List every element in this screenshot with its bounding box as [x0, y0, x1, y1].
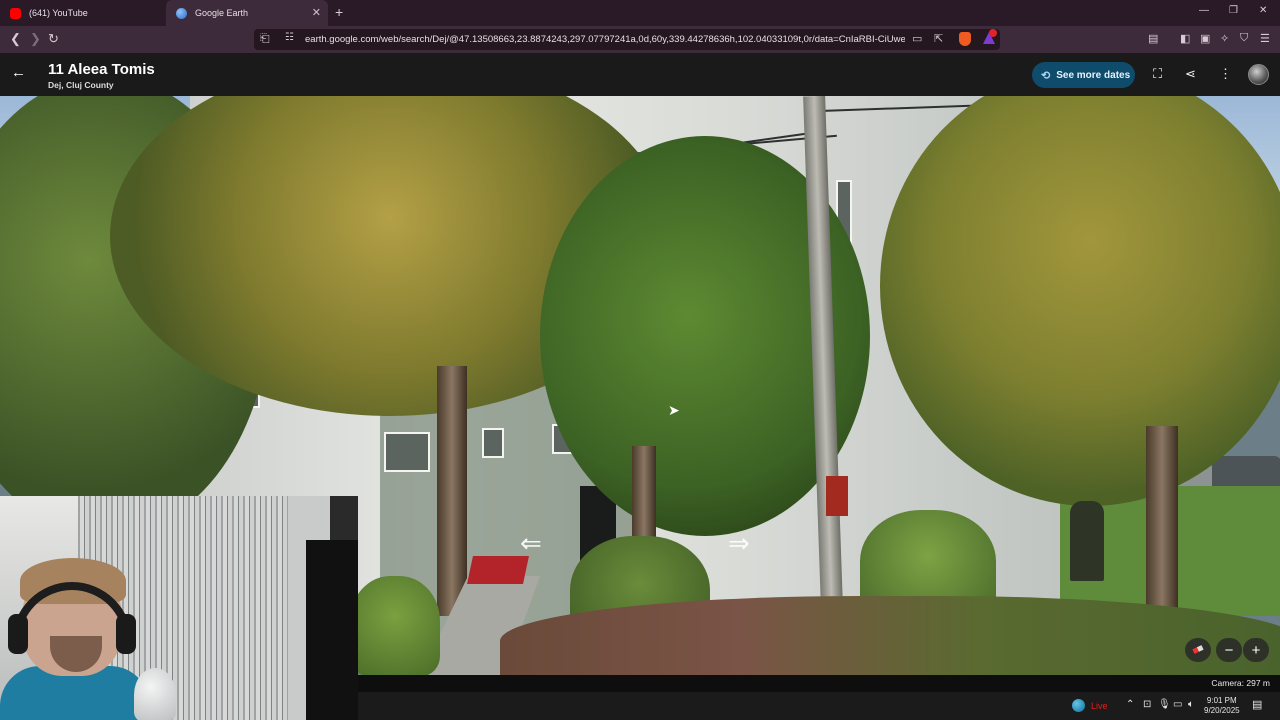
share-page-icon[interactable]: ⇱ — [934, 32, 943, 45]
place-title: 11 Aleea Tomis — [48, 61, 155, 78]
headset-earcup — [8, 614, 28, 654]
building-window — [384, 432, 430, 472]
earth-favicon-icon — [176, 7, 187, 19]
close-window-button[interactable]: ✕ — [1259, 5, 1267, 16]
flower-bed — [500, 596, 1280, 675]
weather-live-widget[interactable]: Live — [1072, 699, 1108, 712]
url-text[interactable]: earth.google.com/web/search/Dej/@47.1350… — [305, 34, 905, 45]
webcam-monitor — [306, 540, 358, 720]
reload-icon[interactable]: ↻ — [48, 31, 59, 47]
restore-button[interactable]: ❐ — [1229, 5, 1238, 16]
red-bench — [467, 556, 529, 584]
pedestrian — [1070, 501, 1104, 581]
volume-icon[interactable]: 🔈︎ — [1188, 699, 1194, 710]
site-info-icon[interactable]: ☷ — [285, 32, 294, 43]
new-tab-button[interactable]: + — [335, 4, 343, 20]
rewards-badge — [989, 29, 997, 37]
earth-header: ← 11 Aleea Tomis Dej, Cluj County ⟲ See … — [0, 53, 1280, 96]
history-icon: ⟲ — [1041, 69, 1051, 82]
wallet-icon[interactable]: ▣ — [1200, 32, 1210, 45]
minimize-button[interactable]: — — [1199, 5, 1209, 16]
compass-icon[interactable] — [1185, 638, 1211, 662]
network-icon[interactable]: ▭ — [1173, 699, 1182, 710]
street-nav-arrow-icon[interactable]: ⇒ — [728, 528, 750, 559]
headset-earcup — [116, 614, 136, 654]
place-subtitle: Dej, Cluj County — [48, 80, 114, 90]
fullscreen-icon[interactable]: ⛶ — [1153, 66, 1162, 82]
microphone — [134, 668, 176, 720]
camera-altitude: Camera: 297 m — [1211, 678, 1270, 688]
building-window — [482, 428, 504, 458]
tree-trunk — [437, 366, 467, 616]
avatar[interactable] — [1248, 64, 1269, 85]
tab-label: (641) YouTube — [29, 8, 88, 18]
tray-app-icon[interactable]: ⊡ — [1143, 699, 1151, 710]
globe-icon — [1072, 699, 1085, 712]
leo-ai-icon[interactable]: ✧ — [1220, 32, 1229, 45]
youtube-favicon-icon — [10, 7, 21, 19]
back-arrow-icon[interactable]: ← — [11, 64, 26, 81]
forward-nav-icon[interactable]: ❯ — [30, 31, 41, 47]
close-tab-icon[interactable]: ✕ — [312, 6, 321, 19]
vpn-icon[interactable]: ⛉ — [1240, 32, 1248, 45]
tree-trunk — [1146, 426, 1178, 626]
notifications-icon[interactable]: ▤ — [1252, 698, 1262, 711]
mouse-cursor-icon: ➤ — [668, 402, 680, 418]
webcam-monitor-stand — [330, 496, 358, 540]
webcam-overlay — [0, 496, 358, 720]
shrub — [350, 576, 440, 675]
zoom-in-button[interactable]: + — [1243, 638, 1269, 662]
brave-shields-icon[interactable] — [959, 32, 971, 46]
reading-list-icon[interactable]: ▤ — [1148, 32, 1158, 45]
more-options-icon[interactable]: ⋮ — [1219, 66, 1232, 82]
chevron-up-icon[interactable]: ⌃ — [1126, 699, 1134, 710]
browser-tab-bar: (641) YouTube Google Earth ✕ + — ❐ ✕ — [0, 0, 1280, 26]
back-nav-icon[interactable]: ❮ — [10, 31, 21, 47]
share-icon[interactable]: ⋖ — [1185, 66, 1196, 82]
tab-youtube[interactable]: (641) YouTube — [0, 0, 166, 26]
clock-date: 9/20/2025 — [1204, 706, 1240, 715]
browser-toolbar: ❮ ❯ ↻ ⎗ ☷ earth.google.com/web/search/De… — [0, 26, 1280, 53]
street-nav-arrow-icon[interactable]: ⇐ — [520, 528, 542, 559]
see-more-dates-button[interactable]: ⟲ See more dates — [1032, 62, 1135, 88]
utility-pole-sign — [826, 476, 848, 516]
bookmark-icon[interactable]: ⎗ — [260, 31, 270, 46]
zoom-out-button[interactable]: − — [1216, 638, 1242, 662]
see-more-dates-label: See more dates — [1056, 69, 1131, 81]
menu-icon[interactable]: ☰ — [1260, 32, 1270, 45]
windows-taskbar: Live ⌃ ⊡ 🎙︎ ▭ 🔈︎ 9:01 PM 9/20/2025 ▤ — [358, 692, 1280, 720]
microphone-icon[interactable]: 🎙︎ — [1158, 699, 1171, 710]
live-label: Live — [1091, 700, 1108, 711]
tab-label: Google Earth — [195, 8, 249, 18]
address-bar[interactable]: ⎗ ☷ earth.google.com/web/search/Dej/@47.… — [254, 29, 1000, 50]
cast-icon[interactable]: ▭ — [912, 32, 922, 45]
earth-status-bar: Camera: 297 m — [358, 675, 1280, 692]
sidebar-icon[interactable]: ◧ — [1180, 32, 1190, 45]
clock-time: 9:01 PM — [1206, 696, 1237, 705]
tab-google-earth[interactable]: Google Earth ✕ — [166, 0, 328, 26]
taskbar-clock[interactable]: 9:01 PM 9/20/2025 — [1204, 696, 1240, 716]
